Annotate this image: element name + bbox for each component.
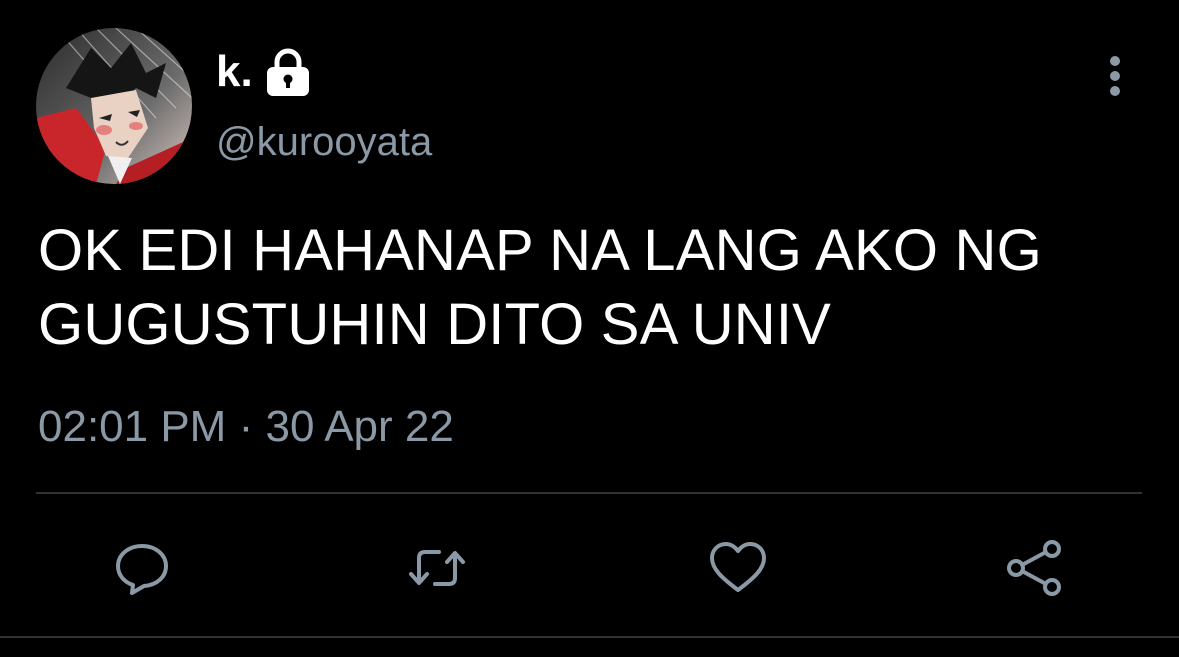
timestamp-separator: · (238, 402, 254, 451)
retweet-icon (409, 550, 465, 586)
avatar[interactable] (36, 28, 192, 184)
more-vertical-icon (1110, 56, 1120, 96)
more-options-button[interactable] (1094, 52, 1136, 100)
display-name[interactable]: k. (216, 47, 253, 97)
divider (0, 636, 1179, 638)
tweet-time: 02:01 PM (38, 402, 227, 451)
share-icon (1007, 540, 1061, 596)
lock-icon (263, 48, 313, 96)
author-name-row: k. (216, 42, 313, 102)
reply-button[interactable] (112, 538, 172, 598)
avatar-image (36, 28, 192, 184)
like-icon (710, 542, 766, 592)
reply-icon (116, 544, 168, 595)
tweet-text: OK EDI HAHANAP NA LANG AKO NG GUGUSTUHIN… (38, 218, 1042, 357)
retweet-button[interactable] (407, 538, 467, 598)
share-button[interactable] (1004, 538, 1064, 598)
tweet-timestamp[interactable]: 02:01 PM · 30 Apr 22 (38, 402, 454, 452)
user-handle[interactable]: @kurooyata (216, 120, 432, 165)
like-button[interactable] (708, 538, 768, 598)
tweet-date: 30 Apr 22 (265, 402, 454, 451)
divider (36, 492, 1142, 494)
